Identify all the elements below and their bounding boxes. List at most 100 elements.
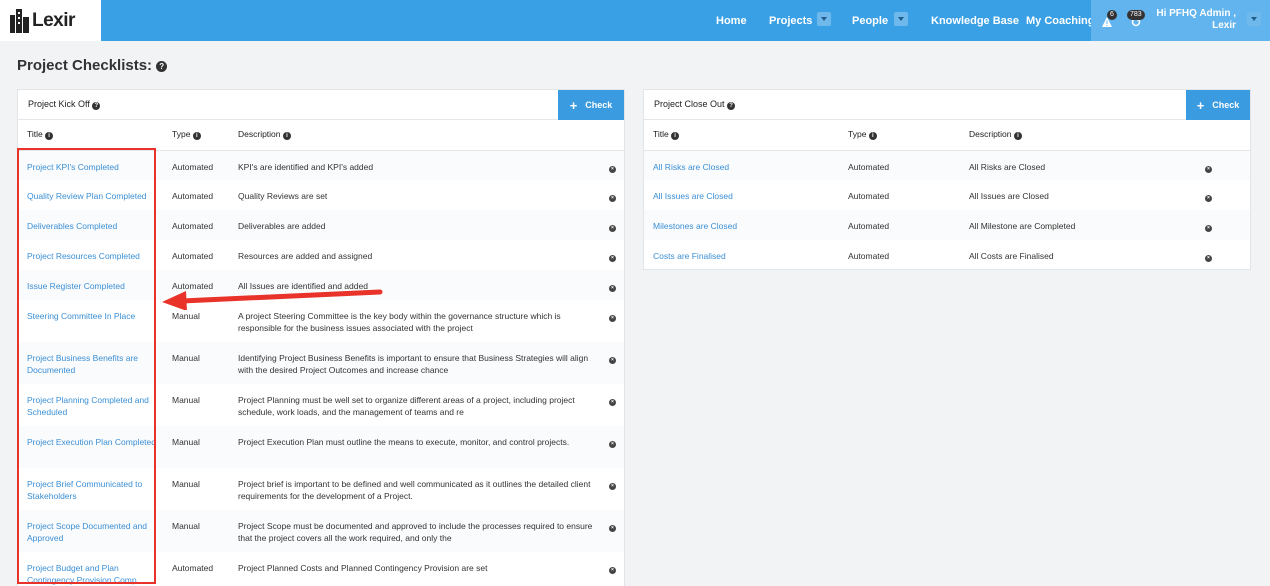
row-actions: × bbox=[600, 210, 624, 240]
user-greeting-line2: Lexir bbox=[1212, 20, 1236, 31]
row-title[interactable]: All Risks are Closed bbox=[644, 150, 839, 180]
check-button-label: Check bbox=[1212, 100, 1240, 110]
people-dropdown-icon[interactable] bbox=[894, 12, 908, 26]
column-header-actions bbox=[600, 120, 624, 151]
logo[interactable]: Lexir bbox=[0, 0, 101, 41]
row-actions: × bbox=[600, 468, 624, 510]
column-header-label: Title bbox=[653, 129, 669, 140]
nav-projects[interactable]: Projects bbox=[769, 0, 812, 41]
nav-my-coaching[interactable]: My Coaching bbox=[1026, 0, 1094, 41]
row-actions: × bbox=[600, 300, 624, 342]
user-area: 6 783 Hi PFHQ Admin , Lexir bbox=[1091, 0, 1270, 41]
row-description: All Risks are Closed bbox=[960, 150, 1196, 180]
row-type: Automated bbox=[163, 150, 229, 180]
remove-icon[interactable]: × bbox=[1205, 225, 1212, 232]
remove-icon[interactable]: × bbox=[609, 195, 616, 202]
remove-icon[interactable]: × bbox=[1205, 255, 1212, 262]
plus-icon: + bbox=[569, 97, 578, 113]
help-icon[interactable]: ? bbox=[92, 102, 101, 110]
row-title-link[interactable]: All Issues are Closed bbox=[653, 191, 733, 201]
row-title-link[interactable]: All Risks are Closed bbox=[653, 162, 729, 172]
column-header-type[interactable]: Type i bbox=[839, 120, 960, 151]
remove-icon[interactable]: × bbox=[609, 165, 616, 173]
nav-people[interactable]: People bbox=[852, 0, 888, 41]
panel-title: Project Close Out ? bbox=[654, 99, 736, 110]
remove-icon[interactable]: × bbox=[609, 441, 616, 448]
row-type: Automated bbox=[848, 251, 890, 261]
remove-icon[interactable]: × bbox=[609, 483, 616, 490]
remove-icon[interactable]: × bbox=[609, 255, 616, 262]
remove-icon[interactable]: × bbox=[1205, 195, 1212, 202]
close-out-checklist-table: Title i Type i Description i All Risks a… bbox=[644, 120, 1250, 270]
row-description: Project Planning must be well set to org… bbox=[238, 395, 575, 417]
remove-icon[interactable]: × bbox=[609, 225, 616, 232]
remove-icon[interactable]: × bbox=[609, 315, 616, 322]
panel-header: Project Close Out ? + Check bbox=[644, 90, 1250, 120]
user-greeting[interactable]: Hi PFHQ Admin , Lexir bbox=[1156, 8, 1236, 32]
info-icon: i bbox=[868, 132, 877, 141]
row-type: Automated bbox=[839, 210, 960, 240]
nav-knowledge-base[interactable]: Knowledge Base bbox=[931, 0, 1019, 41]
row-description: All Milestone are Completed bbox=[960, 210, 1196, 240]
row-description: Project Scope must be documented and app… bbox=[229, 510, 600, 552]
row-title[interactable]: All Issues are Closed bbox=[644, 180, 839, 210]
column-header-label: Description bbox=[238, 129, 281, 140]
column-header-label: Type bbox=[172, 129, 191, 140]
help-icon[interactable]: ? bbox=[156, 61, 168, 72]
row-title-link[interactable]: Milestones are Closed bbox=[653, 221, 737, 231]
remove-icon[interactable]: × bbox=[609, 399, 616, 406]
row-actions: × bbox=[600, 426, 624, 468]
row-title[interactable]: Costs are Finalised bbox=[644, 240, 839, 270]
user-dropdown-icon[interactable] bbox=[1247, 12, 1261, 26]
column-header-label: Description bbox=[969, 129, 1012, 140]
column-header-label: Title bbox=[27, 129, 43, 140]
row-type: Manual bbox=[172, 395, 200, 405]
add-check-button[interactable]: + Check bbox=[558, 90, 624, 120]
column-header-title[interactable]: Title i bbox=[644, 120, 839, 151]
column-header-description[interactable]: Description i bbox=[960, 120, 1196, 151]
row-actions: × bbox=[600, 270, 624, 300]
row-actions: × bbox=[1196, 150, 1250, 180]
remove-icon[interactable]: × bbox=[1205, 165, 1212, 173]
row-type: Automated bbox=[172, 191, 214, 201]
top-navigation-bar: Lexir Home Projects People Knowledge Bas… bbox=[0, 0, 1270, 41]
row-actions: × bbox=[1196, 180, 1250, 210]
row-title-link[interactable]: Costs are Finalised bbox=[653, 251, 726, 261]
row-type: Automated bbox=[172, 563, 214, 573]
row-description: Quality Reviews are set bbox=[238, 191, 328, 201]
help-icon[interactable]: ? bbox=[727, 102, 736, 110]
row-description: Resources are added and assigned bbox=[238, 251, 373, 261]
row-description: All Issues are Closed bbox=[969, 191, 1049, 201]
table-row: All Risks are Closed Automated All Risks… bbox=[644, 150, 1250, 180]
projects-dropdown-icon[interactable] bbox=[817, 12, 831, 26]
panel-title-text: Project Close Out bbox=[654, 99, 725, 109]
row-description: KPI's are identified and KPI's added bbox=[229, 150, 600, 180]
page-title: Project Checklists: ? bbox=[17, 57, 168, 74]
info-icon: i bbox=[192, 132, 201, 141]
row-actions: × bbox=[600, 150, 624, 180]
add-check-button[interactable]: + Check bbox=[1186, 90, 1250, 120]
column-header-description[interactable]: Description i bbox=[229, 120, 600, 151]
remove-icon[interactable]: × bbox=[609, 525, 616, 532]
column-header-type[interactable]: Type i bbox=[163, 120, 229, 151]
logo-text: Lexir bbox=[32, 9, 75, 31]
panel-header: Project Kick Off ? + Check bbox=[18, 90, 624, 120]
row-description: Project Planned Costs and Planned Contin… bbox=[238, 563, 488, 573]
nav-home[interactable]: Home bbox=[716, 0, 747, 41]
column-header-actions bbox=[1196, 120, 1250, 151]
row-title[interactable]: Milestones are Closed bbox=[644, 210, 839, 240]
table-row: All Issues are Closed Automated All Issu… bbox=[644, 180, 1250, 210]
row-type: Automated bbox=[172, 251, 214, 261]
column-header-title[interactable]: Title i bbox=[18, 120, 163, 151]
page-title-text: Project Checklists: bbox=[17, 57, 153, 74]
remove-icon[interactable]: × bbox=[609, 357, 616, 364]
table-header-row: Title i Type i Description i bbox=[644, 120, 1250, 151]
table-row: Milestones are Closed Automated All Mile… bbox=[644, 210, 1250, 240]
row-actions: × bbox=[600, 384, 624, 426]
row-actions: × bbox=[1196, 210, 1250, 240]
row-description: Identifying Project Business Benefits is… bbox=[229, 342, 600, 384]
row-type: Automated bbox=[839, 150, 960, 180]
remove-icon[interactable]: × bbox=[609, 285, 616, 292]
remove-icon[interactable]: × bbox=[609, 567, 616, 574]
row-description: Project Execution Plan must outline the … bbox=[229, 426, 600, 468]
